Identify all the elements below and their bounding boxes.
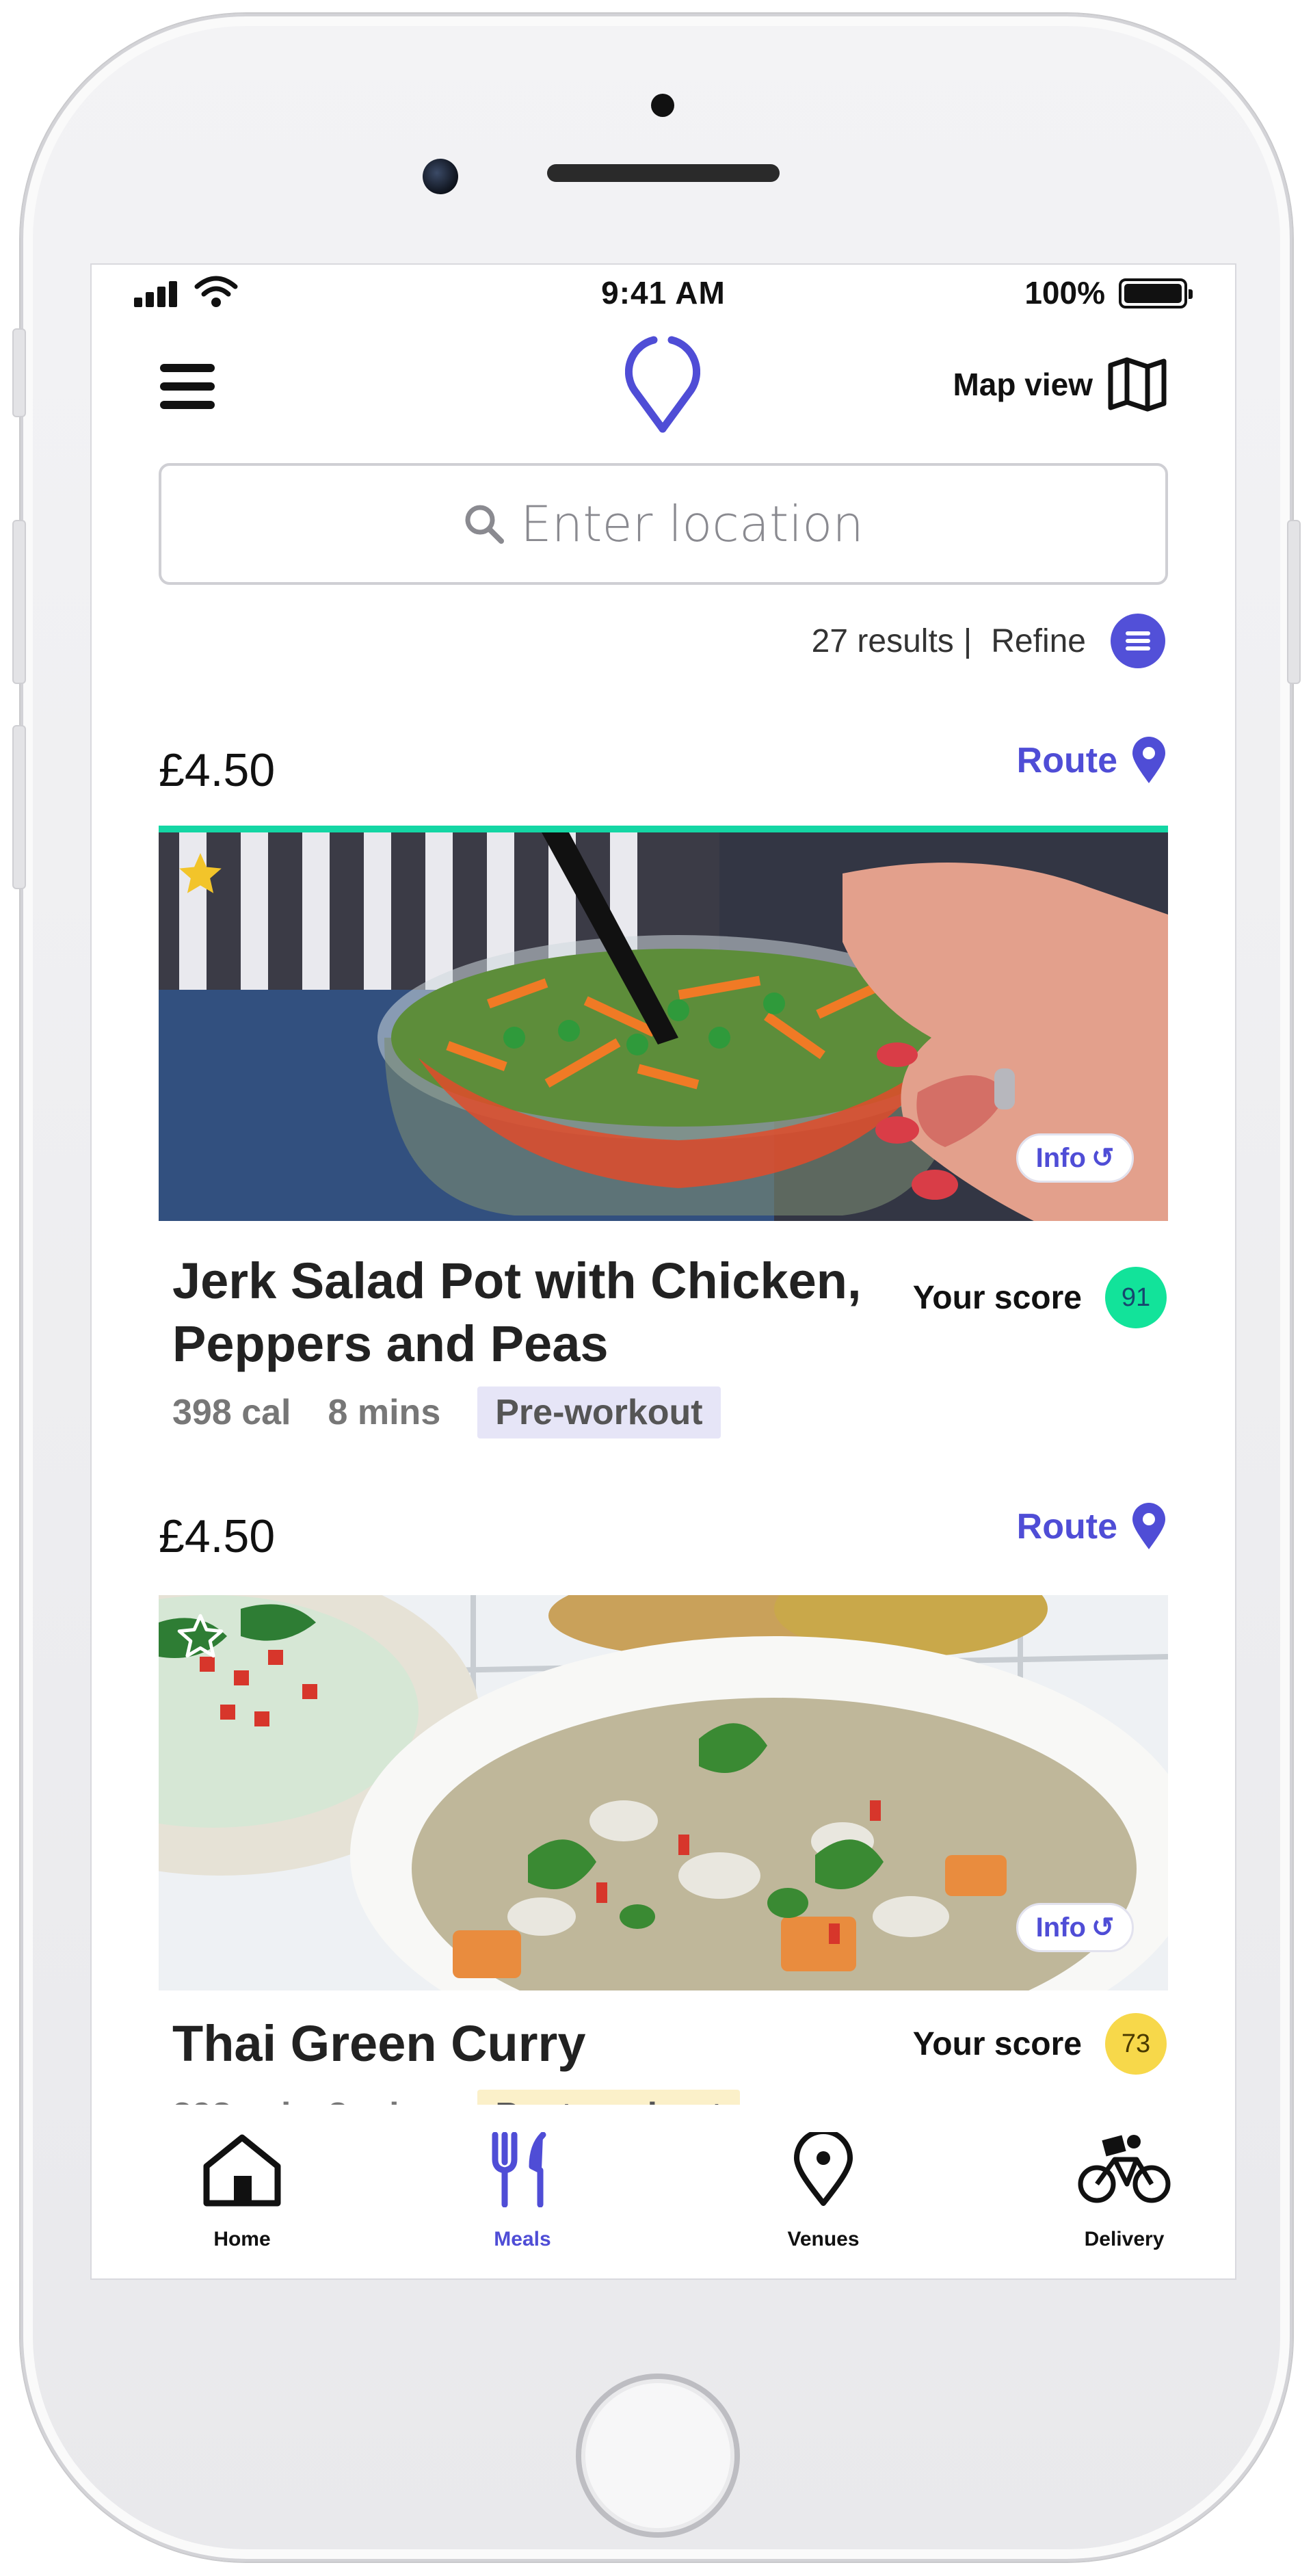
status-bar: 9:41 AM 100% — [92, 265, 1235, 313]
app-logo — [625, 336, 700, 433]
power-button — [1287, 520, 1301, 684]
volume-up-button — [12, 520, 26, 684]
results-count: 27 results — [811, 622, 954, 659]
meal-meta: 398 cal 8 mins Pre-workout — [172, 1386, 721, 1438]
meal-title-line1: Jerk Salad Pot with Chicken, — [172, 1252, 862, 1309]
route-button[interactable]: Route — [1017, 1503, 1167, 1551]
meal-price: £4.50 — [159, 744, 276, 796]
location-pin-icon — [1132, 737, 1165, 783]
meal-title[interactable]: Thai Green Curry — [172, 2012, 918, 2075]
tab-home[interactable]: Home — [153, 2105, 331, 2276]
info-label: Info — [1035, 1912, 1086, 1943]
bicycle-icon — [1078, 2135, 1171, 2203]
prep-time: 8 mins — [328, 1393, 441, 1432]
favorite-star-outline-icon[interactable] — [175, 1612, 226, 1662]
meal-title-line1: Thai Green Curry — [172, 2015, 586, 2072]
score-badge: 73 — [1105, 2013, 1167, 2075]
front-camera — [423, 159, 458, 194]
workout-tag: Pre-workout — [477, 1386, 721, 1438]
score-row: Your score 91 — [913, 1267, 1167, 1328]
tab-meals[interactable]: Meals — [434, 2105, 611, 2276]
info-label: Info — [1035, 1142, 1086, 1173]
score-row: Your score 73 — [913, 2013, 1167, 2075]
info-button[interactable]: Info ↺ — [1016, 1903, 1134, 1952]
calories: 398 cal — [172, 1393, 291, 1432]
route-label: Route — [1016, 1507, 1117, 1547]
refine-label[interactable]: Refine — [991, 622, 1086, 660]
route-button[interactable]: Route — [1017, 737, 1167, 785]
battery-icon — [1119, 278, 1193, 308]
home-button[interactable] — [576, 2374, 740, 2538]
meal-photo-salad[interactable]: Info ↺ — [159, 826, 1168, 1221]
volume-down-button — [12, 725, 26, 889]
location-pin-icon — [794, 2132, 853, 2206]
location-search-field[interactable]: Enter location — [159, 463, 1168, 585]
score-badge: 91 — [1105, 1267, 1167, 1328]
search-placeholder: Enter location — [520, 495, 864, 553]
results-row: 27 results | Refine — [812, 610, 1165, 672]
score-label: Your score — [912, 2025, 1082, 2062]
home-icon — [203, 2134, 281, 2207]
menu-icon[interactable] — [160, 364, 215, 409]
app-screen: 9:41 AM 100% Map view Enter location 27 … — [90, 263, 1236, 2280]
mute-switch — [12, 328, 26, 417]
meal-price: £4.50 — [159, 1510, 276, 1562]
return-arrow-icon: ↺ — [1091, 1913, 1115, 1943]
proximity-sensor — [651, 94, 674, 117]
cutlery-icon — [492, 2132, 546, 2207]
tab-label: Delivery — [1084, 2228, 1165, 2250]
refine-button[interactable] — [1111, 614, 1165, 668]
map-view-button[interactable]: Map view — [953, 354, 1167, 415]
bottom-tab-bar: Home Meals Venues Delivery — [92, 2105, 1235, 2278]
meal-photo-curry[interactable]: Info ↺ — [159, 1595, 1168, 1990]
tab-label: Home — [213, 2228, 271, 2250]
search-icon — [465, 505, 505, 544]
return-arrow-icon: ↺ — [1091, 1143, 1115, 1173]
meal-title[interactable]: Jerk Salad Pot with Chicken, Peppers and… — [172, 1250, 918, 1376]
meal-title-line2: Peppers and Peas — [172, 1315, 609, 1372]
score-label: Your score — [912, 1279, 1082, 1316]
info-button[interactable]: Info ↺ — [1016, 1133, 1134, 1183]
map-icon — [1108, 357, 1167, 412]
tab-label: Meals — [494, 2228, 551, 2250]
tab-delivery[interactable]: Delivery — [1035, 2105, 1213, 2276]
battery-percentage: 100% — [1024, 275, 1105, 311]
earpiece-speaker — [547, 164, 780, 182]
results-separator: | — [963, 622, 972, 659]
route-label: Route — [1016, 741, 1117, 780]
favorite-star-icon[interactable] — [175, 849, 226, 899]
tab-label: Venues — [787, 2228, 860, 2250]
tab-venues[interactable]: Venues — [734, 2105, 912, 2276]
location-pin-icon — [1132, 1503, 1165, 1549]
map-view-label: Map view — [953, 367, 1093, 402]
